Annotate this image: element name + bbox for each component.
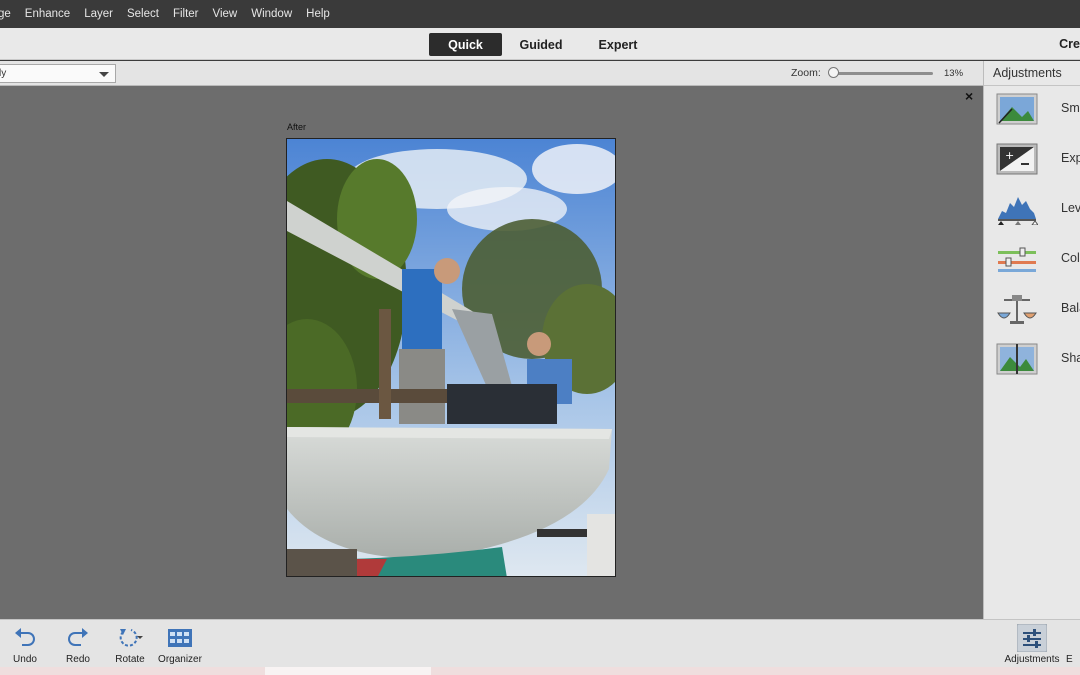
- redo-icon: [68, 628, 88, 646]
- levels-icon: [998, 197, 1038, 225]
- menu-select[interactable]: Select: [127, 8, 159, 20]
- color-icon: [998, 247, 1036, 272]
- effects-panel-button[interactable]: E: [1066, 620, 1080, 668]
- adjustment-label: Sma: [1061, 101, 1080, 115]
- smart-fix-icon: [996, 93, 1038, 125]
- bottom-toolbar: Undo Redo Rotate Organizer Adjustments E: [0, 619, 1080, 667]
- effects-button-label: E: [1066, 654, 1073, 665]
- adjustment-label: Colo: [1061, 251, 1080, 265]
- organizer-label: Organizer: [158, 654, 202, 665]
- adjustments-button-label: Adjustments: [1004, 654, 1060, 665]
- photo-image: [287, 139, 615, 576]
- adjustment-label: Bala: [1061, 301, 1080, 315]
- sliders-icon: [1017, 624, 1047, 652]
- menu-window[interactable]: Window: [251, 8, 292, 20]
- menu-layer[interactable]: Layer: [84, 8, 113, 20]
- svg-text:+: +: [1005, 149, 1014, 162]
- zoom-slider-track[interactable]: [829, 72, 933, 75]
- adjustment-exposure[interactable]: + Exp: [984, 138, 1080, 182]
- adjustment-levels[interactable]: Lev: [984, 188, 1080, 232]
- undo-label: Undo: [13, 654, 37, 665]
- adjustment-smart-fix[interactable]: Sma: [984, 88, 1080, 132]
- menu-help[interactable]: Help: [306, 8, 330, 20]
- adjustment-label: Exp: [1061, 151, 1080, 165]
- menu-bar: ge Enhance Layer Select Filter View Wind…: [0, 0, 1080, 28]
- tab-expert[interactable]: Expert: [586, 33, 650, 56]
- rotate-label: Rotate: [115, 654, 145, 665]
- adjustments-panel: Adjustments Sma + Exp Lev: [983, 61, 1080, 619]
- sharpen-icon: [996, 343, 1038, 375]
- adjustment-label: Lev: [1061, 201, 1080, 215]
- image-canvas[interactable]: × After: [0, 86, 983, 619]
- adjustments-panel-title: Adjustments: [984, 61, 1080, 86]
- view-dropdown-value: ly: [0, 68, 7, 79]
- adjustment-label: Sha: [1061, 351, 1080, 365]
- rotate-icon: [119, 629, 143, 647]
- menu-view[interactable]: View: [213, 8, 238, 20]
- menu-image[interactable]: ge: [0, 8, 11, 20]
- photo-preview[interactable]: [286, 138, 616, 577]
- undo-icon: [15, 628, 35, 646]
- redo-button[interactable]: Redo: [53, 620, 103, 668]
- balance-icon: [997, 295, 1037, 324]
- create-menu[interactable]: Cre: [1059, 37, 1080, 51]
- zoom-label: Zoom:: [791, 67, 821, 79]
- organizer-button[interactable]: Organizer: [155, 620, 205, 668]
- adjustment-balance[interactable]: Bala: [984, 288, 1080, 332]
- menu-filter[interactable]: Filter: [173, 8, 199, 20]
- organizer-icon: [168, 629, 192, 647]
- chevron-down-icon: [99, 72, 109, 77]
- redo-label: Redo: [66, 654, 90, 665]
- tab-guided[interactable]: Guided: [508, 33, 574, 56]
- zoom-slider-thumb[interactable]: [828, 67, 839, 78]
- undo-button[interactable]: Undo: [0, 620, 50, 668]
- view-dropdown[interactable]: ly: [0, 64, 116, 83]
- tab-quick[interactable]: Quick: [429, 33, 502, 56]
- after-label: After: [287, 122, 307, 132]
- close-icon[interactable]: ×: [965, 88, 973, 104]
- options-bar: ly Zoom: 13%: [0, 61, 983, 86]
- zoom-value: 13%: [944, 68, 964, 79]
- rotate-button[interactable]: Rotate: [105, 620, 155, 668]
- adjustment-sharpen[interactable]: Sha: [984, 338, 1080, 382]
- os-taskbar: [0, 667, 1080, 675]
- mode-bar: Quick Guided Expert Cre: [0, 28, 1080, 60]
- taskbar-item[interactable]: [265, 667, 431, 675]
- menu-enhance[interactable]: Enhance: [25, 8, 70, 20]
- exposure-icon: +: [996, 143, 1038, 175]
- adjustments-panel-button[interactable]: Adjustments: [1003, 620, 1061, 668]
- adjustment-color[interactable]: Colo: [984, 238, 1080, 282]
